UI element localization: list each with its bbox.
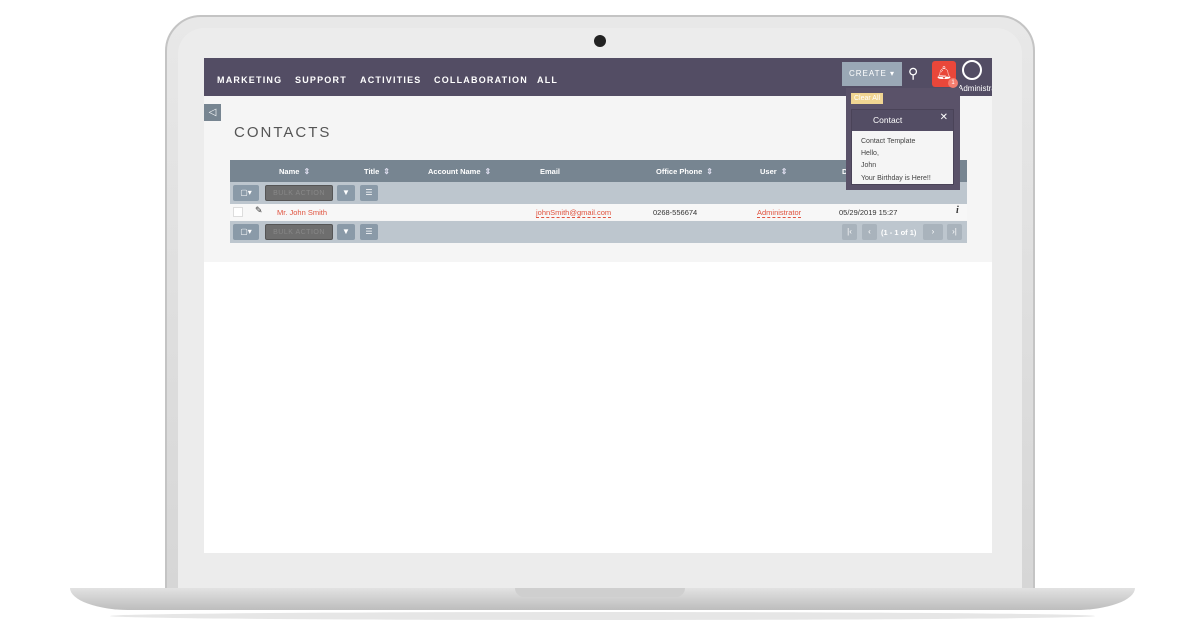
notification-line: Contact Template: [861, 138, 916, 145]
edit-icon[interactable]: ✎: [255, 205, 263, 216]
next-page-button[interactable]: ›: [923, 224, 943, 240]
prev-page-button[interactable]: ‹: [862, 224, 877, 240]
sidebar-toggle-icon[interactable]: ◁: [204, 104, 221, 121]
bulk-action-button[interactable]: BULK ACTION: [265, 224, 333, 240]
columns-icon[interactable]: ☰: [360, 224, 378, 240]
columns-icon[interactable]: ☰: [360, 185, 378, 201]
nav-collaboration[interactable]: COLLABORATION: [434, 75, 528, 85]
notification-popup: Clear All Contact ✕ Contact Template Hel…: [846, 88, 960, 190]
laptop-shadow: [110, 612, 1095, 620]
close-icon[interactable]: ✕: [940, 112, 948, 123]
filter-icon[interactable]: ▼: [337, 185, 355, 201]
laptop-notch: [515, 588, 685, 597]
column-user[interactable]: User ⇕: [760, 167, 787, 176]
create-label: CREATE: [848, 69, 887, 78]
info-icon[interactable]: i: [956, 205, 959, 216]
filter-icon[interactable]: ▼: [337, 224, 355, 240]
user-link[interactable]: Administrator: [757, 208, 802, 218]
page-title: CONTACTS: [234, 124, 332, 141]
nav-activities[interactable]: ACTIVITIES: [360, 75, 422, 85]
notification-line: John: [861, 162, 877, 170]
bulk-action-button[interactable]: BULK ACTION: [265, 185, 333, 201]
screen: MARKETING SUPPORT ACTIVITIES COLLABORATI…: [204, 58, 992, 553]
column-office-phone[interactable]: Office Phone ⇕: [656, 167, 713, 176]
office-phone: 0268-556674: [653, 208, 698, 217]
table-row: ✎ Mr. John Smith johnSmith@gmail.com 026…: [230, 204, 967, 220]
notification-card: Contact ✕ Contact Template Hello, John Y…: [851, 109, 954, 185]
date-created: 05/29/2019 15:27: [839, 208, 898, 217]
select-dropdown[interactable]: ▢▾: [233, 224, 259, 240]
create-button[interactable]: CREATE ▾: [842, 62, 902, 86]
column-account-name[interactable]: Account Name ⇕: [428, 167, 491, 176]
column-name[interactable]: Name ⇕: [279, 167, 310, 176]
first-page-button[interactable]: |‹: [842, 224, 857, 240]
select-dropdown[interactable]: ▢▾: [233, 185, 259, 201]
nav-all[interactable]: ALL: [537, 75, 558, 85]
row-checkbox[interactable]: [233, 207, 243, 217]
user-avatar-icon[interactable]: [962, 60, 982, 80]
notification-line: Hello,: [861, 150, 879, 158]
last-page-button[interactable]: ›|: [947, 224, 962, 240]
contact-name-link[interactable]: Mr. John Smith: [277, 208, 327, 217]
pagination-count: (1 - 1 of 1): [881, 228, 917, 237]
notification-line: Your Birthday is Here!!: [861, 174, 931, 182]
notification-badge: 1: [948, 78, 958, 88]
action-bar-bottom: ▢▾ BULK ACTION ▼ ☰ |‹ ‹ (1 - 1 of 1) › ›…: [230, 221, 967, 243]
notification-title: Contact: [852, 110, 953, 131]
clear-all-button[interactable]: Clear All: [851, 93, 884, 104]
column-title[interactable]: Title ⇕: [364, 167, 390, 176]
nav-marketing[interactable]: MARKETING: [217, 75, 282, 85]
nav-support[interactable]: SUPPORT: [295, 75, 347, 85]
user-label[interactable]: Administrator: [958, 84, 992, 93]
column-email[interactable]: Email: [540, 167, 560, 176]
camera-icon: [594, 35, 606, 47]
email-link[interactable]: johnSmith@gmail.com: [536, 208, 612, 218]
search-icon[interactable]: ⚲: [908, 65, 918, 82]
